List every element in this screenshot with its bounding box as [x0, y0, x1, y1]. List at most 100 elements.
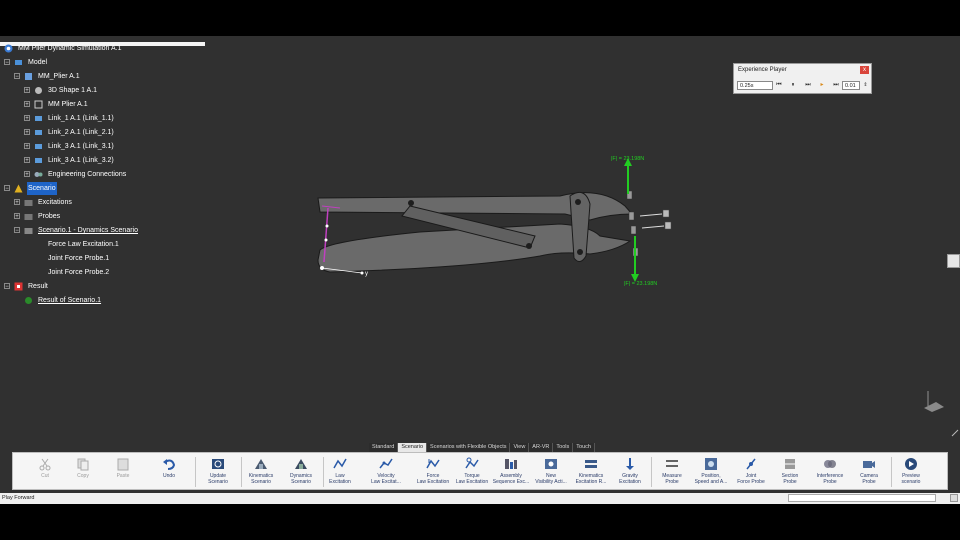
command-input[interactable]: [788, 494, 936, 502]
measure-probe-icon: [666, 460, 678, 467]
jaw-node-2: [628, 211, 635, 221]
tab-scenario[interactable]: Scenario: [398, 443, 428, 452]
pivot-pin-2: [526, 243, 532, 249]
expand-icon[interactable]: +: [24, 157, 30, 164]
status-text: Play Forward: [2, 495, 35, 501]
assembly-sequence-button[interactable]: Assembly Sequence Exc...: [491, 453, 531, 491]
tab-tools[interactable]: Tools: [553, 443, 574, 452]
velocity-law-excitation-button[interactable]: Velocity Law Excitat...: [366, 453, 406, 491]
tab-ar-vr[interactable]: AR-VR: [529, 443, 554, 452]
compass-icon: [924, 402, 944, 412]
close-button[interactable]: x: [860, 66, 869, 74]
kinematics-scenario-button[interactable]: Kinematics Scenario: [241, 453, 281, 491]
collapse-icon[interactable]: −: [14, 227, 20, 234]
interference-probe-icon: [824, 460, 836, 468]
tab-scenarios-flexible[interactable]: Scenarios with Flexible Objects: [427, 443, 511, 452]
tree-scenario-item-label: Joint Force Probe.2: [48, 269, 110, 276]
jaw-arrow-1: [639, 213, 663, 217]
tree-result-item-label: Result of Scenario.1: [38, 297, 102, 304]
folder-icon: [24, 200, 33, 206]
time-field[interactable]: 0.25s: [737, 81, 773, 90]
status-toggle-button[interactable]: [950, 494, 958, 502]
interference-probe-button[interactable]: Interference Probe: [810, 453, 850, 491]
axis-x-label: y: [365, 271, 368, 277]
tree-child-label: 3D Shape 1 A.1: [48, 87, 98, 94]
tab-standard[interactable]: Standard: [369, 443, 399, 452]
position-speed-probe-button[interactable]: Position, Speed and A...: [691, 453, 731, 491]
new-visibility-action-button[interactable]: New Visibility Acti...: [531, 453, 571, 491]
torque-law-excitation-button[interactable]: Torque Law Excitation: [452, 453, 492, 491]
collapse-icon[interactable]: −: [4, 185, 10, 192]
excitation-point-2: [324, 238, 328, 242]
tab-view[interactable]: View: [510, 443, 530, 452]
torque-law-label: Torque Law Excitation: [455, 473, 489, 485]
force-law-excitation-button[interactable]: Force Law Excitation: [413, 453, 453, 491]
expand-icon[interactable]: +: [24, 101, 30, 108]
expand-icon[interactable]: +: [24, 115, 30, 122]
expand-icon[interactable]: +: [14, 213, 20, 220]
force-law-icon: [426, 459, 440, 469]
law-excitation-button[interactable]: Law Excitation: [320, 453, 360, 491]
jump-to-end-button[interactable]: ⏭: [831, 81, 841, 90]
velocity-law-label: Velocity Law Excitat...: [371, 473, 401, 485]
collapse-icon[interactable]: −: [4, 59, 10, 66]
side-panel-handle[interactable]: [947, 254, 960, 268]
preview-scenario-button[interactable]: Preview scenario: [891, 453, 931, 491]
step-spinner-icon[interactable]: ⇕: [861, 81, 870, 90]
tree-child-label: MM Plier A.1: [48, 101, 88, 108]
status-bar: Play Forward: [0, 493, 960, 504]
measure-probe-button[interactable]: Measure Probe: [652, 453, 692, 491]
section-probe-icon: [785, 459, 795, 469]
joint-force-probe-button[interactable]: Joint Force Probe: [731, 453, 771, 491]
ribbon-toolbar: Cut Copy Paste Undo Update Scenario Kine…: [12, 452, 948, 490]
copy-button[interactable]: Copy: [63, 453, 103, 491]
expand-icon[interactable]: +: [24, 171, 30, 178]
tree-child-label: Link_3 A.1 (Link_3.2): [48, 157, 114, 164]
update-scenario-button[interactable]: Update Scenario: [198, 453, 238, 491]
jump-to-start-button[interactable]: ⏮: [774, 81, 784, 90]
kinematics-excitation-button[interactable]: Kinematics Excitation R...: [571, 453, 611, 491]
camera-probe-button[interactable]: Camera Probe: [849, 453, 889, 491]
step-forward-button[interactable]: ⏭: [803, 81, 813, 90]
plier-3d-scene[interactable]: |F| = 23.198N |F| = 23.198N y: [0, 36, 960, 503]
collapse-icon[interactable]: −: [4, 283, 10, 290]
pivot-pin-1: [408, 200, 414, 206]
force-label-bottom: |F| = 23.198N: [624, 281, 657, 287]
expand-icon[interactable]: +: [14, 199, 20, 206]
kinematics-excitation-label: Kinematics Excitation R...: [575, 473, 607, 485]
dynamics-scenario-icon: [295, 459, 307, 469]
pause-button[interactable]: ⏸: [788, 81, 798, 90]
tab-touch[interactable]: Touch: [573, 443, 595, 452]
tree-child-label: Link_2 A.1 (Link_2.1): [48, 129, 114, 136]
expand-icon[interactable]: +: [24, 143, 30, 150]
gravity-excitation-button[interactable]: Gravity Excitation: [610, 453, 650, 491]
tree-probes-label: Probes: [38, 213, 61, 220]
tree-scenario-item-label: Force Law Excitation.1: [48, 241, 119, 248]
dynamics-scenario-button[interactable]: Dynamics Scenario: [281, 453, 321, 491]
3d-viewport[interactable]: |F| = 23.198N |F| = 23.198N y MM Plier D…: [0, 36, 960, 503]
paste-button[interactable]: Paste: [103, 453, 143, 491]
velocity-law-icon: [379, 458, 393, 469]
expand-icon[interactable]: +: [24, 129, 30, 136]
cut-button[interactable]: Cut: [25, 453, 65, 491]
undo-button[interactable]: Undo: [149, 453, 189, 491]
tree-scenario-label: Scenario: [27, 182, 57, 195]
torque-law-icon: [465, 457, 479, 469]
camera-icon: [863, 461, 875, 468]
collapse-icon[interactable]: −: [14, 73, 20, 80]
visibility-action-label: New Visibility Acti...: [535, 473, 567, 485]
force-label-top: |F| = 23.198N: [611, 156, 644, 162]
axis-x-end: [360, 271, 364, 275]
expand-icon[interactable]: +: [24, 87, 30, 94]
kinematics-excitation-icon: [585, 460, 597, 468]
section-probe-button[interactable]: Section Probe: [770, 453, 810, 491]
undo-label: Undo: [163, 473, 175, 479]
play-forward-button[interactable]: ▸: [817, 81, 827, 90]
tree-child-label: Link_1 A.1 (Link_1.1): [48, 115, 114, 122]
product-icon: [25, 73, 32, 80]
step-field[interactable]: 0.01: [842, 81, 860, 90]
undo-icon: [163, 459, 176, 470]
paste-label: Paste: [116, 473, 130, 479]
scenario-icon: [14, 184, 23, 193]
tree-model-label: Model: [28, 59, 48, 66]
